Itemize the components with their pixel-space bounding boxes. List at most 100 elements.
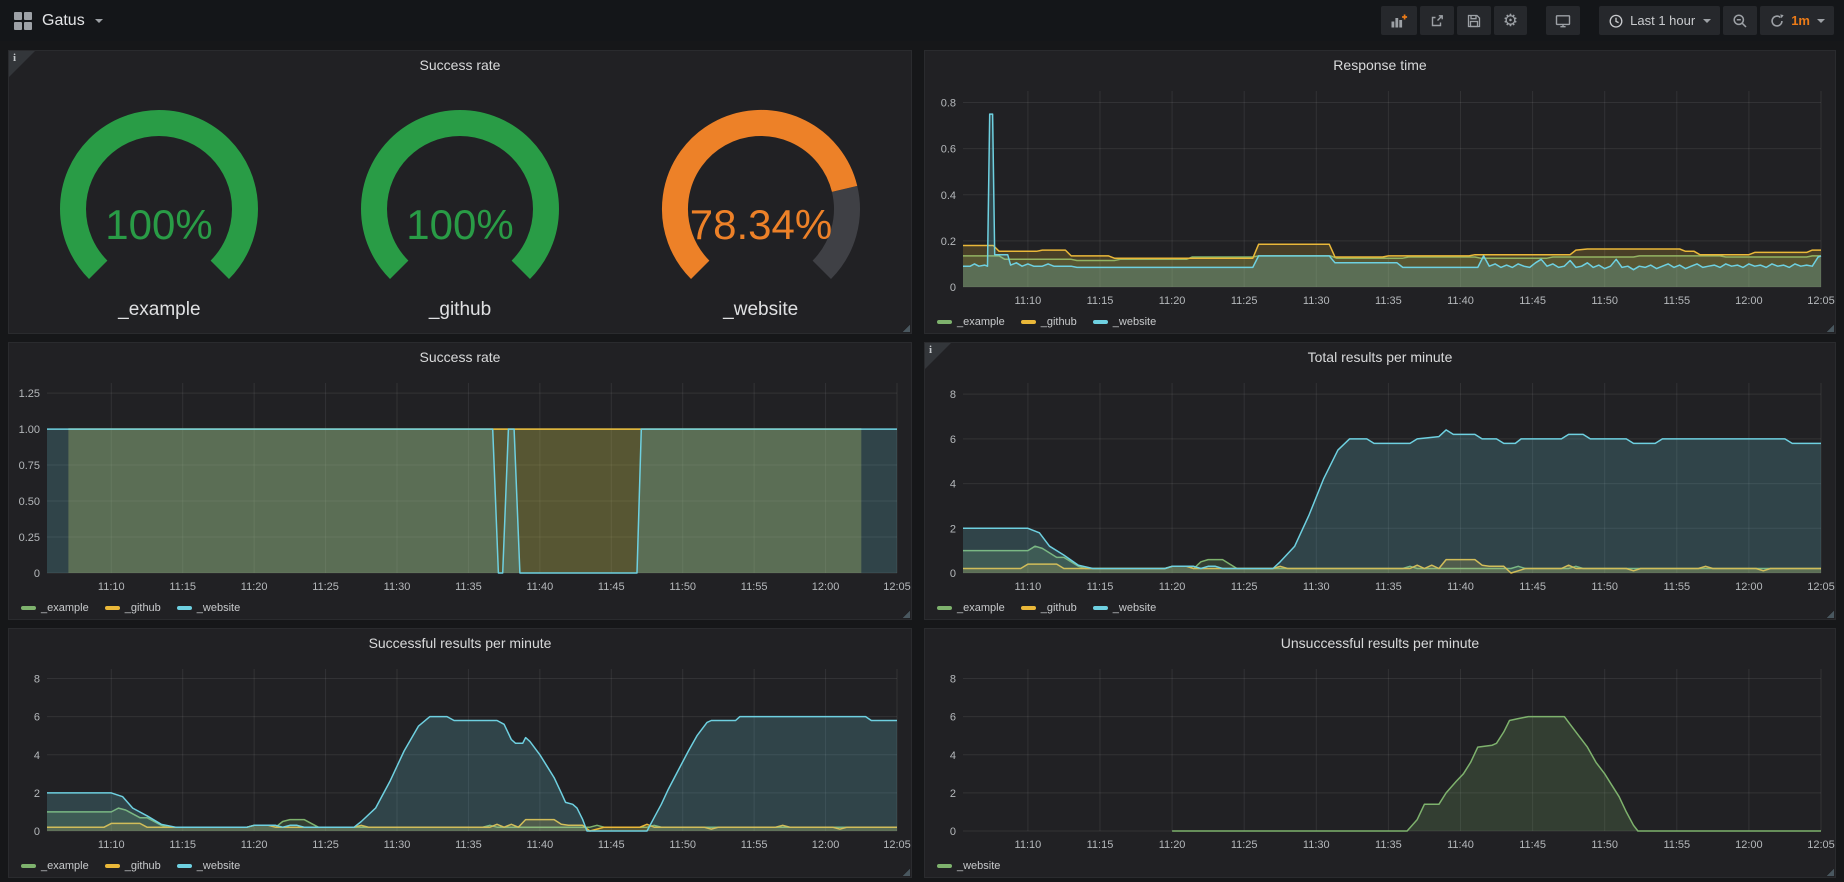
successful-results-chart[interactable]: 0246811:1011:1511:2011:2511:3011:3511:40… bbox=[9, 657, 911, 877]
legend-item-_website[interactable]: _website bbox=[937, 860, 1000, 872]
legend-item-_example[interactable]: _example bbox=[937, 316, 1005, 328]
panel-title[interactable]: Total results per minute bbox=[925, 343, 1835, 371]
legend-item-_github[interactable]: _github bbox=[1021, 602, 1077, 614]
panel-resize-handle[interactable] bbox=[1826, 868, 1834, 876]
panel-success-rate-graph: Success rate 00.250.500.751.001.2511:101… bbox=[8, 342, 912, 620]
panel-success-rate-gauges: i Success rate 100%_example100%_github78… bbox=[8, 50, 912, 334]
svg-text:4: 4 bbox=[950, 750, 956, 762]
legend-label: _example bbox=[957, 602, 1005, 614]
svg-text:0: 0 bbox=[34, 568, 40, 580]
panel-info-icon[interactable]: i bbox=[925, 343, 951, 369]
legend-swatch bbox=[1093, 320, 1108, 324]
svg-text:11:10: 11:10 bbox=[98, 581, 125, 593]
legend-item-_example[interactable]: _example bbox=[21, 602, 89, 614]
chevron-down-icon bbox=[1703, 19, 1711, 23]
svg-text:78.34%: 78.34% bbox=[689, 201, 831, 248]
svg-text:0: 0 bbox=[34, 826, 40, 838]
panel-resize-handle[interactable] bbox=[902, 868, 910, 876]
svg-text:11:25: 11:25 bbox=[1231, 581, 1258, 593]
chart-legend: _example _github _website bbox=[937, 602, 1156, 614]
svg-text:11:55: 11:55 bbox=[1663, 839, 1690, 851]
svg-text:12:05: 12:05 bbox=[1807, 295, 1835, 307]
svg-text:12:05: 12:05 bbox=[1807, 581, 1835, 593]
legend-label: _website bbox=[1113, 316, 1156, 328]
share-button[interactable] bbox=[1420, 6, 1454, 35]
legend-item-_example[interactable]: _example bbox=[21, 860, 89, 872]
svg-text:1.00: 1.00 bbox=[19, 424, 40, 436]
svg-text:11:20: 11:20 bbox=[1159, 839, 1186, 851]
svg-text:0: 0 bbox=[950, 826, 956, 838]
legend-item-_github[interactable]: _github bbox=[1021, 316, 1077, 328]
svg-text:11:15: 11:15 bbox=[1087, 839, 1114, 851]
svg-text:11:30: 11:30 bbox=[384, 581, 411, 593]
svg-text:11:45: 11:45 bbox=[1519, 839, 1546, 851]
svg-text:11:30: 11:30 bbox=[1303, 295, 1330, 307]
legend-swatch bbox=[937, 320, 952, 324]
response-time-chart[interactable]: 00.20.40.60.811:1011:1511:2011:2511:3011… bbox=[925, 79, 1835, 333]
unsuccessful-results-chart[interactable]: 0246811:1011:1511:2011:2511:3011:3511:40… bbox=[925, 657, 1835, 877]
svg-text:8: 8 bbox=[34, 674, 40, 686]
time-range-button[interactable]: Last 1 hour bbox=[1599, 6, 1720, 35]
svg-text:12:00: 12:00 bbox=[1735, 295, 1763, 307]
svg-text:0.25: 0.25 bbox=[19, 532, 40, 544]
legend-item-_github[interactable]: _github bbox=[105, 860, 161, 872]
legend-item-_website[interactable]: _website bbox=[177, 860, 240, 872]
share-icon bbox=[1429, 13, 1445, 29]
clock-icon bbox=[1608, 13, 1624, 29]
svg-text:11:10: 11:10 bbox=[98, 839, 125, 851]
svg-text:11:45: 11:45 bbox=[1519, 295, 1546, 307]
legend-swatch bbox=[937, 606, 952, 610]
svg-text:11:55: 11:55 bbox=[1663, 295, 1690, 307]
add-panel-button[interactable] bbox=[1381, 6, 1417, 35]
svg-text:12:05: 12:05 bbox=[883, 839, 911, 851]
panel-resize-handle[interactable] bbox=[902, 610, 910, 618]
svg-text:11:20: 11:20 bbox=[1159, 295, 1186, 307]
legend-label: _website bbox=[197, 860, 240, 872]
success-rate-chart[interactable]: 00.250.500.751.001.2511:1011:1511:2011:2… bbox=[9, 371, 911, 619]
svg-text:11:50: 11:50 bbox=[1591, 839, 1618, 851]
svg-text:0: 0 bbox=[950, 282, 956, 294]
svg-text:11:35: 11:35 bbox=[1375, 839, 1402, 851]
refresh-button[interactable]: 1m bbox=[1760, 6, 1834, 35]
total-results-chart[interactable]: 0246811:1011:1511:2011:2511:3011:3511:40… bbox=[925, 371, 1835, 619]
legend-item-_website[interactable]: _website bbox=[1093, 316, 1156, 328]
settings-button[interactable]: ⚙ bbox=[1494, 6, 1527, 35]
svg-text:100%: 100% bbox=[106, 201, 213, 248]
svg-text:4: 4 bbox=[34, 750, 40, 762]
legend-swatch bbox=[177, 606, 192, 610]
panel-resize-handle[interactable] bbox=[1826, 610, 1834, 618]
gauge-_website: 78.34%_website bbox=[610, 91, 911, 321]
panel-title[interactable]: Unsuccessful results per minute bbox=[925, 629, 1835, 657]
panel-info-icon[interactable]: i bbox=[9, 51, 35, 77]
panel-title[interactable]: Response time bbox=[925, 51, 1835, 79]
svg-text:11:30: 11:30 bbox=[1303, 839, 1330, 851]
panel-successful-results: Successful results per minute 0246811:10… bbox=[8, 628, 912, 878]
svg-text:11:55: 11:55 bbox=[741, 581, 768, 593]
svg-text:11:45: 11:45 bbox=[598, 839, 625, 851]
chevron-down-icon bbox=[1817, 19, 1825, 23]
dashboard-grid-icon[interactable] bbox=[14, 12, 32, 30]
legend-item-_website[interactable]: _website bbox=[177, 602, 240, 614]
svg-text:11:45: 11:45 bbox=[1519, 581, 1546, 593]
legend-swatch bbox=[937, 864, 952, 868]
dashboard-title[interactable]: Gatus bbox=[42, 12, 85, 30]
svg-text:11:15: 11:15 bbox=[169, 839, 196, 851]
legend-item-_example[interactable]: _example bbox=[937, 602, 1005, 614]
panel-title[interactable]: Success rate bbox=[9, 51, 911, 79]
save-button[interactable] bbox=[1457, 6, 1491, 35]
navbar: Gatus ⚙ Last 1 hour 1m bbox=[0, 0, 1844, 41]
svg-text:11:55: 11:55 bbox=[1663, 581, 1690, 593]
legend-item-_github[interactable]: _github bbox=[105, 602, 161, 614]
zoom-out-button[interactable] bbox=[1723, 6, 1757, 35]
cycle-view-button[interactable] bbox=[1546, 6, 1580, 35]
gear-icon: ⚙ bbox=[1503, 12, 1518, 29]
legend-item-_website[interactable]: _website bbox=[1093, 602, 1156, 614]
navbar-left: Gatus bbox=[10, 12, 103, 30]
chevron-down-icon[interactable] bbox=[95, 19, 103, 23]
panel-title[interactable]: Successful results per minute bbox=[9, 629, 911, 657]
panel-resize-handle[interactable] bbox=[902, 324, 910, 332]
svg-text:11:25: 11:25 bbox=[312, 839, 339, 851]
svg-text:11:15: 11:15 bbox=[169, 581, 196, 593]
panel-title[interactable]: Success rate bbox=[9, 343, 911, 371]
panel-resize-handle[interactable] bbox=[1826, 324, 1834, 332]
